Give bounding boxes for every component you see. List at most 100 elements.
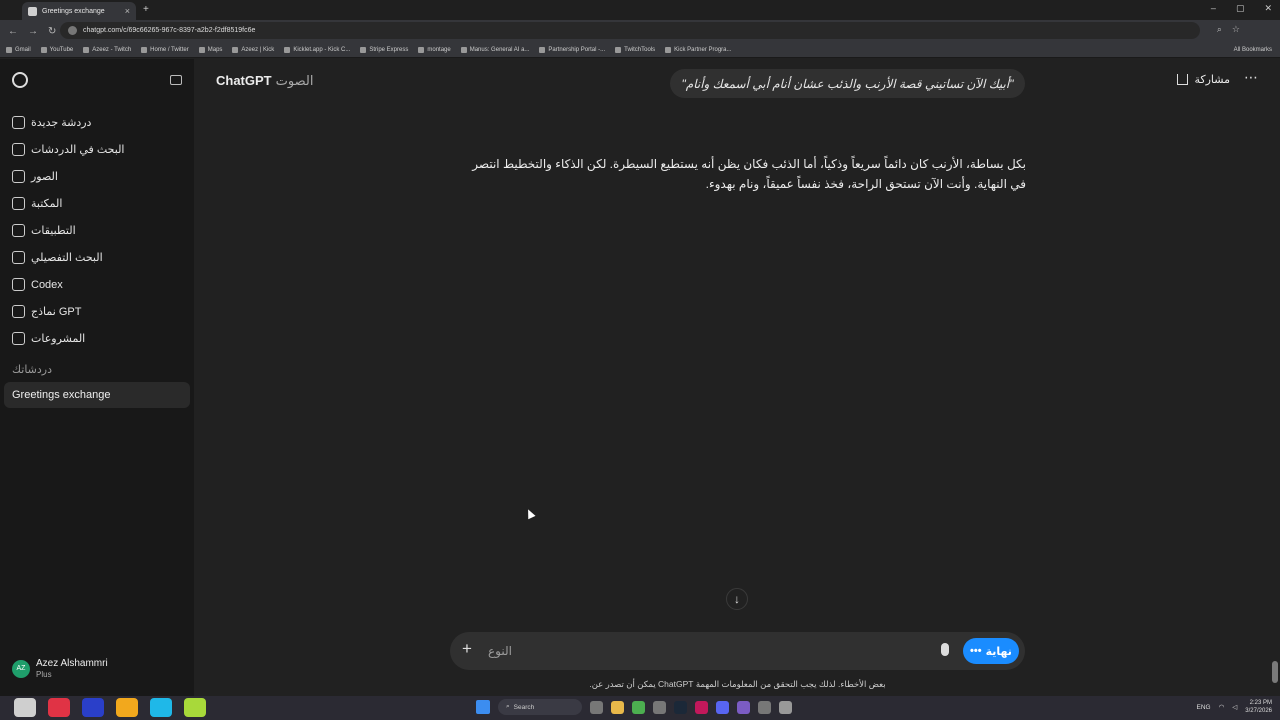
scrollbar-thumb[interactable] xyxy=(1272,661,1278,683)
user-name: Azez Alshammri xyxy=(36,658,108,669)
start-icon[interactable] xyxy=(476,700,490,714)
bookmark-label: Partnership Portal -... xyxy=(548,46,606,53)
new-tab-button[interactable]: + xyxy=(143,4,149,15)
taskbar-app-icon[interactable] xyxy=(737,700,750,714)
bookmark-star-icon[interactable]: ☆ xyxy=(1232,24,1240,35)
bookmark-item[interactable]: Azeez | Kick xyxy=(232,46,275,53)
bookmark-item[interactable]: Home / Twitter xyxy=(141,46,189,53)
microphone-icon[interactable] xyxy=(941,643,949,656)
browser-tab-strip: Greetings exchange × + – ▢ ✕ xyxy=(0,0,1280,20)
bookmark-item[interactable]: Kicklet.app - Kick C... xyxy=(284,46,350,53)
taskbar-app-icon[interactable] xyxy=(116,698,138,717)
bookmark-label: Azeez | Kick xyxy=(241,46,275,53)
bookmark-item[interactable]: Stripe Express xyxy=(360,46,408,53)
url-field[interactable]: chatgpt.com/c/69c66265-967c-8397-a2b2-f2… xyxy=(60,22,1200,39)
sidebar-item-codex[interactable]: Codex xyxy=(12,271,188,298)
sidebar-item-label: Codex xyxy=(31,278,63,291)
openai-logo-icon[interactable] xyxy=(12,72,28,88)
more-options-icon[interactable]: ⋯ xyxy=(1244,69,1258,86)
all-bookmarks-link[interactable]: All Bookmarks xyxy=(1234,47,1272,53)
back-icon[interactable]: ← xyxy=(8,26,18,37)
add-attachment-button[interactable]: + xyxy=(462,639,472,659)
taskbar-search[interactable]: ⌕ Search xyxy=(498,699,582,715)
browser-tab[interactable]: Greetings exchange × xyxy=(22,2,136,20)
bookmark-favicon-icon xyxy=(141,46,148,53)
taskbar-app-icon[interactable] xyxy=(82,698,104,717)
search-icon: ⌕ xyxy=(506,703,510,710)
bookmark-favicon-icon xyxy=(6,46,12,53)
bookmark-favicon-icon xyxy=(284,46,291,53)
bookmark-item[interactable]: Maps xyxy=(198,46,222,53)
maximize-icon[interactable]: ▢ xyxy=(1236,3,1245,14)
language-indicator[interactable]: ENG xyxy=(1197,704,1211,711)
sidebar-item-search[interactable]: البحث في الدردشات xyxy=(12,136,188,163)
bookmark-favicon-icon xyxy=(198,46,205,53)
bookmark-item[interactable]: montage xyxy=(418,46,451,53)
bookmark-label: Azeez - Twitch xyxy=(92,46,132,53)
bookmark-favicon-icon xyxy=(665,46,672,53)
file-explorer-icon[interactable] xyxy=(611,700,624,714)
bookmark-label: Manus: General AI a... xyxy=(469,46,530,53)
scrollbar[interactable] xyxy=(1272,65,1278,685)
site-info-icon[interactable] xyxy=(68,26,77,35)
bookmark-favicon-icon xyxy=(83,46,90,53)
taskbar-app-icon[interactable] xyxy=(48,698,70,717)
bookmark-item[interactable]: Azeez - Twitch xyxy=(83,46,132,53)
taskbar-app-icon[interactable] xyxy=(184,698,206,717)
sidebar-item-apps[interactable]: التطبيقات xyxy=(12,217,188,244)
close-tab-icon[interactable]: × xyxy=(125,6,130,16)
bookmark-item[interactable]: TwitchTools xyxy=(615,46,655,53)
disclaimer: بعض الأخطاء. لذلك يجب التحقق من المعلوما… xyxy=(589,679,886,689)
settings-icon[interactable] xyxy=(779,700,792,714)
taskbar-app-icon[interactable] xyxy=(150,698,172,717)
volume-icon[interactable]: ◁ xyxy=(1232,703,1237,711)
wifi-icon[interactable]: ◠ xyxy=(1219,703,1225,711)
forward-icon[interactable]: → xyxy=(28,26,38,37)
sidebar-item-new-chat[interactable]: دردشة جديدة xyxy=(12,109,188,136)
clock[interactable]: 2:23 PM 3/27/2026 xyxy=(1245,699,1272,715)
share-label: مشاركة xyxy=(1194,74,1230,86)
bookmark-item[interactable]: Partnership Portal -... xyxy=(539,46,606,53)
taskbar-app-icon[interactable] xyxy=(14,698,36,717)
close-window-icon[interactable]: ✕ xyxy=(1264,3,1272,14)
model-selector[interactable]: ChatGPT الصوت xyxy=(216,73,313,89)
bookmark-label: Gmail xyxy=(15,46,31,53)
sidebar-item-deep-research[interactable]: البحث التفصيلي xyxy=(12,244,188,271)
assistant-message: بكل بساطة، الأرنب كان دائماً سريعاً وذكي… xyxy=(472,157,1026,191)
bookmark-item[interactable]: Manus: General AI a... xyxy=(460,46,530,53)
bookmark-item[interactable]: Gmail xyxy=(6,46,31,53)
tab-favicon-icon xyxy=(28,6,37,16)
share-button[interactable]: مشاركة xyxy=(1177,73,1230,86)
user-plan: Plus xyxy=(36,670,52,679)
bookmark-favicon-icon xyxy=(539,46,546,53)
chrome-icon[interactable] xyxy=(632,700,645,714)
end-voice-button[interactable]: ••• نهاية xyxy=(963,638,1019,664)
taskbar-app-icon[interactable] xyxy=(653,700,666,714)
zoom-icon[interactable]: ⌕ xyxy=(1217,24,1222,35)
steam-icon[interactable] xyxy=(674,700,687,714)
system-tray: ENG ◠ ◁ 2:23 PM 3/27/2026 xyxy=(1197,699,1272,715)
voice-wave-icon: ••• xyxy=(970,645,982,657)
sidebar-item-label: البحث التفصيلي xyxy=(31,252,103,264)
scroll-down-button[interactable]: ↓ xyxy=(726,588,748,610)
minimize-icon[interactable]: – xyxy=(1211,3,1216,14)
window-controls: – ▢ ✕ xyxy=(1211,3,1272,14)
bookmark-item[interactable]: YouTube xyxy=(40,46,73,53)
reload-icon[interactable]: ↻ xyxy=(48,26,56,37)
sidebar-item-projects[interactable]: المشروعات xyxy=(12,325,188,352)
taskbar-app-icon[interactable] xyxy=(695,700,708,714)
sidebar-item-library[interactable]: المكتبة xyxy=(12,190,188,217)
images-icon xyxy=(12,170,25,183)
user-profile[interactable]: AZ Azez Alshammri Plus xyxy=(12,657,108,680)
collapse-sidebar-icon[interactable] xyxy=(170,75,182,85)
sidebar-item-gpts[interactable]: نماذج GPT xyxy=(12,298,188,325)
taskbar-app-icon[interactable] xyxy=(716,700,729,714)
bookmark-item[interactable]: Kick Partner Progra... xyxy=(665,46,732,53)
sidebar-item-label: نماذج GPT xyxy=(31,306,82,318)
clock-date: 3/27/2026 xyxy=(1245,708,1272,714)
sidebar-item-images[interactable]: الصور xyxy=(12,163,188,190)
taskbar-app-icon[interactable] xyxy=(758,700,771,714)
taskbar-app-icon[interactable] xyxy=(590,700,603,714)
chat-item-greetings-exchange[interactable]: Greetings exchange xyxy=(4,382,190,408)
prompt-input[interactable]: النوع xyxy=(488,644,512,658)
